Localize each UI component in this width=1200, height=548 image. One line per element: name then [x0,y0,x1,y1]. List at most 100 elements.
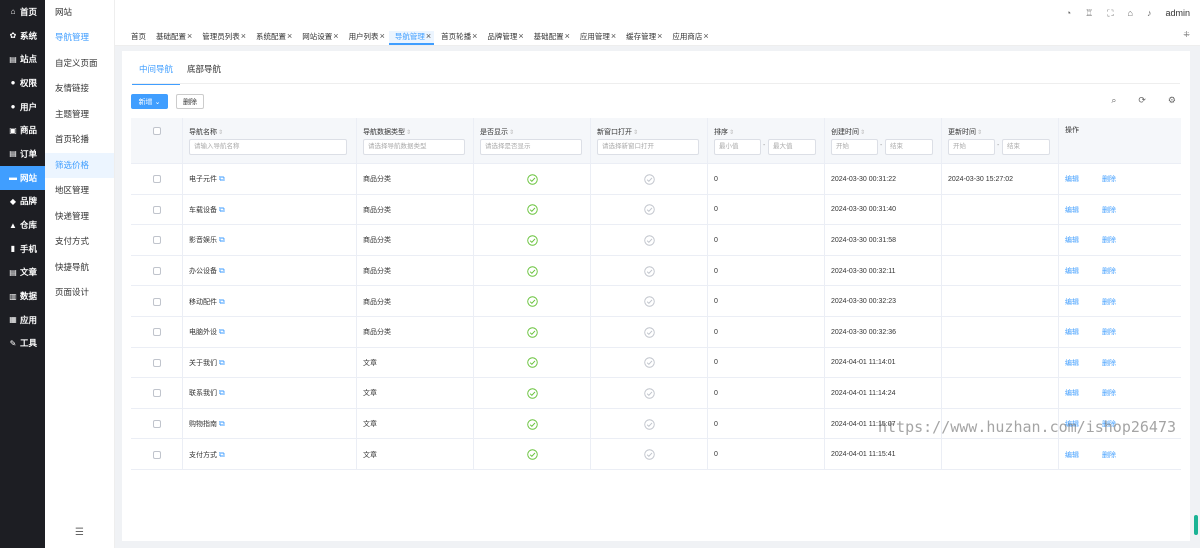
main-nav-item[interactable]: ⌂ 首页 [0,0,45,24]
sub-nav-item[interactable]: 快递管理 [45,204,114,230]
sort-icon[interactable]: ⇕ [406,130,411,136]
sort-icon[interactable]: ⇕ [729,130,734,136]
nav-name[interactable]: 电子元件 ⧉ [183,174,225,184]
page-tab[interactable]: 基础配置× [528,31,573,45]
sub-nav-item[interactable]: 主题管理 [45,102,114,128]
close-icon[interactable]: × [426,31,431,41]
select-all-checkbox[interactable] [153,127,161,135]
page-tab[interactable]: 管理员列表× [196,31,249,45]
sort-icon[interactable]: ⇕ [509,130,514,136]
tabs-more-icon[interactable]: ⁜ [1183,30,1190,39]
nav-name[interactable]: 关于我们 ⧉ [183,358,225,368]
main-nav-item[interactable]: ▲ 仓库 [0,213,45,237]
main-nav-item[interactable]: ▮ 手机 [0,237,45,261]
delete-link[interactable]: 删除 [1102,266,1116,276]
close-icon[interactable]: × [657,31,662,41]
close-icon[interactable]: × [703,31,708,41]
edit-link[interactable]: 编辑 [1059,235,1079,245]
created-end-input[interactable]: 结束 [885,139,933,155]
page-tab[interactable]: 网站设置× [296,31,341,45]
delete-link[interactable]: 删除 [1102,450,1116,460]
close-icon[interactable]: × [518,31,523,41]
close-icon[interactable]: × [565,31,570,41]
page-tab[interactable]: 首页 [125,31,149,45]
collapse-icon[interactable]: ☰ [75,527,84,538]
external-link-icon[interactable]: ⧉ [219,358,225,367]
home-icon[interactable]: ⌂ [1128,8,1133,18]
external-link-icon[interactable]: ⧉ [219,450,225,459]
settings-icon[interactable]: ⚙ [1168,95,1176,106]
add-button[interactable]: 新增 ⌄ [131,94,168,109]
type-filter-select[interactable]: 请选择导航数据类型 [363,139,465,155]
row-checkbox[interactable] [152,328,161,337]
batch-delete-button[interactable]: 删除 [176,94,204,109]
delete-link[interactable]: 删除 [1102,205,1116,215]
edit-link[interactable]: 编辑 [1059,450,1079,460]
sub-nav-item[interactable]: 首页轮播 [45,127,114,153]
fullscreen-icon[interactable]: ⛶ [1107,8,1113,19]
sub-nav-item[interactable]: 筛选价格 [45,152,114,178]
row-checkbox[interactable] [152,358,161,367]
main-nav-item[interactable]: ✎ 工具 [0,332,45,356]
external-link-icon[interactable]: ⧉ [219,419,225,428]
close-icon[interactable]: × [187,31,192,41]
sub-tab[interactable]: 底部导航 [180,58,228,85]
edit-link[interactable]: 编辑 [1059,297,1079,307]
row-checkbox[interactable] [152,297,161,306]
close-icon[interactable]: × [380,31,385,41]
bell-icon[interactable]: ♪ [1147,8,1152,18]
close-icon[interactable]: × [611,31,616,41]
nav-name[interactable]: 支付方式 ⧉ [183,450,225,460]
nav-name[interactable]: 购物指南 ⧉ [183,419,225,429]
sub-nav-item[interactable]: 快捷导航 [45,255,114,281]
nav-name[interactable]: 办公设备 ⧉ [183,266,225,276]
main-nav-item[interactable]: ▤ 订单 [0,142,45,166]
page-tab[interactable]: 应用商店× [666,31,711,45]
clear-cache-icon[interactable]: ♖ [1085,8,1093,19]
row-checkbox[interactable] [152,450,161,459]
row-checkbox[interactable] [152,389,161,398]
row-checkbox[interactable] [152,420,161,429]
search-icon[interactable]: ⌕ [1111,95,1116,106]
main-nav-item[interactable]: ▤ 站点 [0,47,45,71]
page-tab[interactable]: 基础配置× [150,31,195,45]
nav-name[interactable]: 电脑外设 ⧉ [183,327,225,337]
edit-link[interactable]: 编辑 [1059,205,1079,215]
sort-max-input[interactable]: 最大值 [768,139,816,155]
main-nav-item[interactable]: ▣ 商品 [0,118,45,142]
close-icon[interactable]: × [287,31,292,41]
created-start-input[interactable]: 开始 [831,139,878,155]
main-nav-item[interactable]: ▬ 网站 [0,165,45,190]
page-tab[interactable]: 品牌管理× [481,31,526,45]
page-tab[interactable]: 系统配置× [250,31,295,45]
page-tab[interactable]: 首页轮播× [435,31,480,45]
external-link-icon[interactable]: ⧉ [219,327,225,336]
delete-link[interactable]: 删除 [1102,388,1116,398]
delete-link[interactable]: 删除 [1102,327,1116,337]
main-nav-item[interactable]: ▦ 应用 [0,308,45,332]
close-icon[interactable]: × [472,31,477,41]
refresh-icon[interactable]: ⟳ [1138,95,1146,106]
sort-icon[interactable]: ⇕ [977,130,982,136]
delete-link[interactable]: 删除 [1102,174,1116,184]
main-nav-item[interactable]: ● 用户 [0,95,45,119]
row-checkbox[interactable] [152,205,161,214]
theme-icon[interactable]: ◔ [1066,8,1071,18]
external-link-icon[interactable]: ⧉ [219,388,225,397]
delete-link[interactable]: 删除 [1102,358,1116,368]
main-nav-item[interactable]: ✿ 系统 [0,24,45,48]
external-link-icon[interactable]: ⧉ [219,235,225,244]
main-nav-item[interactable]: ● 权限 [0,71,45,95]
sort-min-input[interactable]: 最小值 [714,139,761,155]
row-checkbox[interactable] [152,267,161,276]
page-tab[interactable]: 导航管理× [388,31,435,45]
updated-start-input[interactable]: 开始 [948,139,995,155]
sub-nav-item[interactable]: 页面设计 [45,280,114,306]
sub-nav-item[interactable]: 友情链接 [45,76,114,102]
external-link-icon[interactable]: ⧉ [219,205,225,214]
sub-nav-item[interactable]: 支付方式 [45,229,114,255]
page-tab[interactable]: 应用管理× [574,31,619,45]
row-checkbox[interactable] [152,236,161,245]
row-checkbox[interactable] [152,175,161,184]
sub-nav-item[interactable]: 地区管理 [45,178,114,204]
